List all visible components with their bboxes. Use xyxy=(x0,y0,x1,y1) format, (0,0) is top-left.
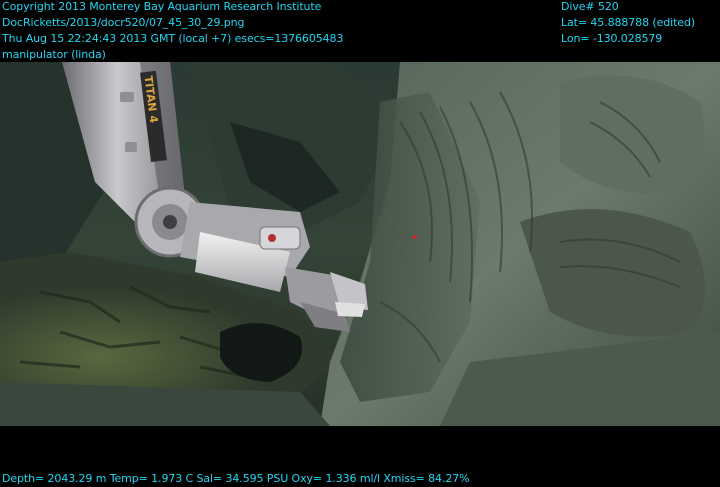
actuator-cap xyxy=(259,226,301,250)
dive-number-text: Dive# 520 xyxy=(561,0,619,13)
footer-overlay: Depth= 2043.29 m Temp= 1.973 C Sal= 34.5… xyxy=(2,471,470,487)
red-particle xyxy=(413,235,417,239)
camera-name-text: manipulator (linda) xyxy=(2,48,106,61)
latitude-text: Lat= 45.888788 (edited) xyxy=(561,16,696,29)
wrist-center xyxy=(163,215,177,229)
video-frame: Copyright 2013 Monterey Bay Aquarium Res… xyxy=(0,0,720,486)
red-marker xyxy=(268,234,276,242)
arm-bolt xyxy=(125,142,137,152)
arm-bolt xyxy=(120,92,134,102)
telemetry-text: Depth= 2043.29 m Temp= 1.973 C Sal= 34.5… xyxy=(2,472,470,485)
header-right-overlay: Dive# 520 Lat= 45.888788 (edited) Lon= -… xyxy=(561,0,695,47)
upper-right-lava-lobe xyxy=(560,75,705,194)
file-path-text: DocRicketts/2013/docr520/07_45_30_29.png xyxy=(2,16,245,29)
header-left-overlay: Copyright 2013 Monterey Bay Aquarium Res… xyxy=(2,0,343,63)
copyright-text: Copyright 2013 Monterey Bay Aquarium Res… xyxy=(2,0,322,13)
gripper-tip xyxy=(335,302,365,317)
longitude-text: Lon= -130.028579 xyxy=(561,32,663,45)
seafloor-camera-image: TITAN 4 xyxy=(0,62,720,426)
datetime-text: Thu Aug 15 22:24:43 2013 GMT (local +7) … xyxy=(2,32,344,45)
